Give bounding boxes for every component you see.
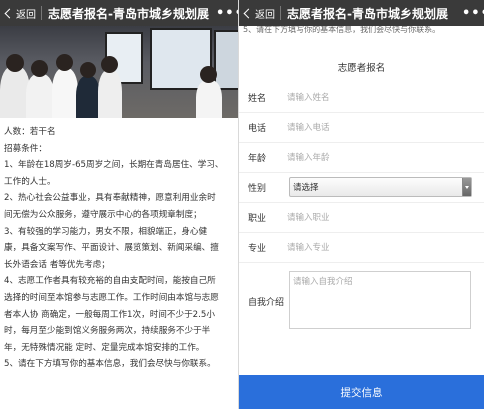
major-row: 专业 请输入专业: [239, 232, 484, 262]
child-figure: [31, 60, 48, 77]
child-figure: [80, 62, 96, 78]
intro-textarea[interactable]: 请输入自我介绍: [289, 271, 471, 329]
form-title: 志愿者报名: [337, 63, 386, 74]
text-line: 3、有较强的学习能力，男女不限，相貌端正，身心健: [4, 226, 208, 237]
nav-bar: 返回 志愿者报名-青岛市城乡规划展 •••: [239, 0, 484, 26]
occupation-label: 职业: [248, 213, 267, 224]
gender-row: 性别 请选择: [239, 172, 484, 202]
child-figure: [6, 54, 24, 72]
occupation-input[interactable]: 请输入职业: [287, 211, 330, 223]
page-title: 志愿者报名-青岛市城乡规划展: [48, 6, 209, 21]
name-row: 姓名 请输入姓名: [239, 82, 484, 112]
text-line: 长外语会话 者等优先考虑；: [4, 259, 110, 270]
right-screen: 返回 志愿者报名-青岛市城乡规划展 ••• 5、请在下方填写你的基本信息，我们会…: [239, 0, 484, 409]
child-figure: [26, 74, 54, 118]
age-input[interactable]: 请输入年龄: [287, 151, 330, 163]
text-line: 招募条件：: [4, 143, 47, 154]
nav-separator: [41, 6, 42, 20]
text-line: 5、请在下方填写你的基本信息，我们会尽快与你联系。: [4, 359, 216, 370]
chevron-left-icon: [243, 8, 254, 18]
intro-label: 自我介绍: [248, 297, 285, 308]
nav-separator: [280, 6, 281, 20]
child-figure: [76, 76, 100, 118]
text-line: 4、志愿工作者具有较充裕的自由支配时间，能按自己所: [4, 276, 216, 287]
name-label: 姓名: [248, 93, 267, 104]
divider: [239, 262, 484, 263]
back-label: 返回: [255, 9, 275, 21]
child-figure: [98, 70, 122, 118]
page-title: 志愿者报名-青岛市城乡规划展: [287, 6, 448, 21]
occupation-row: 职业 请输入职业: [239, 202, 484, 232]
event-photo: [0, 26, 238, 118]
phone-input[interactable]: 请输入电话: [287, 121, 330, 133]
gender-select[interactable]: 请选择: [289, 177, 472, 197]
more-menu-icon[interactable]: •••: [462, 6, 484, 21]
text-line: 1、年龄在18周岁-65周岁之间，长期在青岛居住、学习、: [4, 160, 224, 171]
child-figure: [56, 54, 73, 71]
major-input[interactable]: 请输入专业: [287, 241, 330, 253]
text-line: 者本人协 商确定，一般每周工作1次，时间不少于2.5小: [4, 309, 215, 320]
text-line: 间无偿为公众服务，遵守展示中心的各项规章制度；: [4, 209, 202, 220]
text-line: 工作的人士。: [4, 176, 56, 187]
major-label: 专业: [248, 243, 267, 254]
text-line: 人数：若干名: [4, 127, 56, 137]
recruitment-text: 人数：若干名 招募条件： 1、年龄在18周岁-65周岁之间，长期在青岛居住、学习…: [0, 118, 238, 373]
text-line: 康，具备文案写作、平面设计、展览策划、新闻采编、擅: [4, 243, 219, 254]
submit-button[interactable]: 提交信息: [239, 375, 484, 409]
nav-bar: 返回 志愿者报名-青岛市城乡规划展 •••: [0, 0, 238, 26]
phone-label: 电话: [248, 123, 267, 134]
back-label: 返回: [16, 9, 36, 21]
back-button[interactable]: 返回: [239, 0, 275, 26]
phone-row: 电话 请输入电话: [239, 112, 484, 142]
text-line: 年，无特殊情况能 定时、定量完成本馆安排的工作。: [4, 342, 205, 353]
back-button[interactable]: 返回: [0, 0, 36, 26]
child-figure: [52, 68, 78, 118]
text-line: 选择的时间至本馆参与志愿工作。工作时间由本馆与志愿: [4, 292, 219, 303]
child-figure: [196, 80, 222, 118]
left-screen: 返回 志愿者报名-青岛市城乡规划展 ••• 人数：若干名 招募条件： 1、年龄在…: [0, 0, 238, 409]
text-line: 时，每月至少能到馆义务服务两次，持续服务不少于半: [4, 326, 211, 337]
name-input[interactable]: 请输入姓名: [287, 91, 330, 103]
dropdown-arrow-icon: [462, 178, 471, 196]
scrolled-text-peek: 5、请在下方填写你的基本信息，我们会尽快与你联系。: [243, 26, 441, 34]
gender-select-value: 请选择: [293, 183, 319, 193]
child-figure: [200, 66, 217, 83]
exhibit-panel: [214, 30, 238, 90]
chevron-left-icon: [4, 8, 15, 18]
text-line: 2、热心社会公益事业，具有奉献精神，愿意利用业余时: [4, 193, 216, 204]
age-row: 年龄 请输入年龄: [239, 142, 484, 172]
more-menu-icon[interactable]: •••: [216, 6, 238, 21]
age-label: 年龄: [248, 153, 267, 164]
gender-label: 性别: [248, 183, 267, 194]
child-figure: [101, 56, 118, 73]
